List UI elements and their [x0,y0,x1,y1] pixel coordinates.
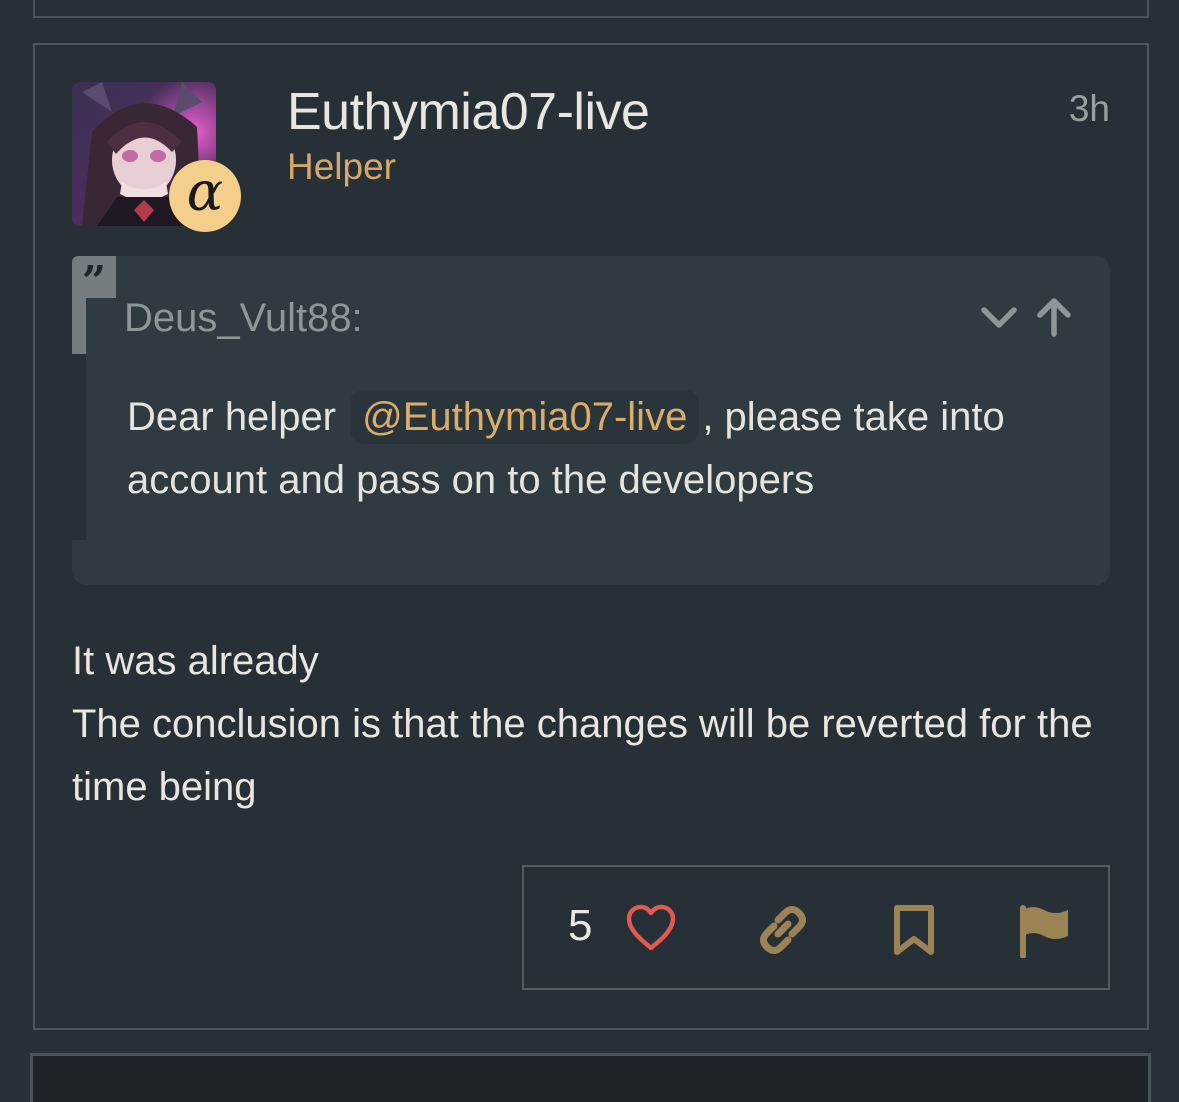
author-username[interactable]: Euthymia07-live [287,82,650,142]
heart-icon[interactable] [625,904,677,957]
quote-text-start: Dear helper [127,395,337,439]
quote-border-lower [72,354,86,540]
author-avatar-block[interactable]: α [72,82,241,232]
quote-text: Dear helper @Euthymia07-live, please tak… [127,386,1087,512]
link-icon[interactable] [756,904,810,961]
topic-stream: α Euthymia07-live Helper 3h ” Deus_Vult8… [0,0,1179,1102]
alpha-icon: α [186,160,224,223]
post-actions-bar: 5 [522,865,1110,990]
post-body-line: It was already [72,639,319,683]
next-post [30,1053,1151,1102]
arrow-up-icon[interactable] [1034,296,1074,338]
quote-block: ” Deus_Vult88: Dear helper @Euthymia07-l… [72,256,1110,585]
flag-icon[interactable] [1017,904,1071,963]
post-body-line: The conclusion is that the changes will … [72,702,1093,809]
user-mention[interactable]: @Euthymia07-live [350,390,700,444]
quote-border [72,298,86,354]
quote-controls [978,296,1074,338]
post-date[interactable]: 3h [1069,88,1110,130]
chevron-down-icon[interactable] [978,296,1020,338]
bookmark-icon[interactable] [891,904,937,961]
quote-author[interactable]: Deus_Vult88: [124,296,363,341]
author-user-title: Helper [287,146,396,187]
previous-post [33,0,1149,18]
user-flair-badge: α [169,160,241,232]
post-body: It was already The conclusion is that th… [72,630,1112,819]
quote-icon: ” [72,256,116,306]
like-count[interactable]: 5 [568,901,592,951]
post: α Euthymia07-live Helper 3h ” Deus_Vult8… [33,43,1149,1030]
